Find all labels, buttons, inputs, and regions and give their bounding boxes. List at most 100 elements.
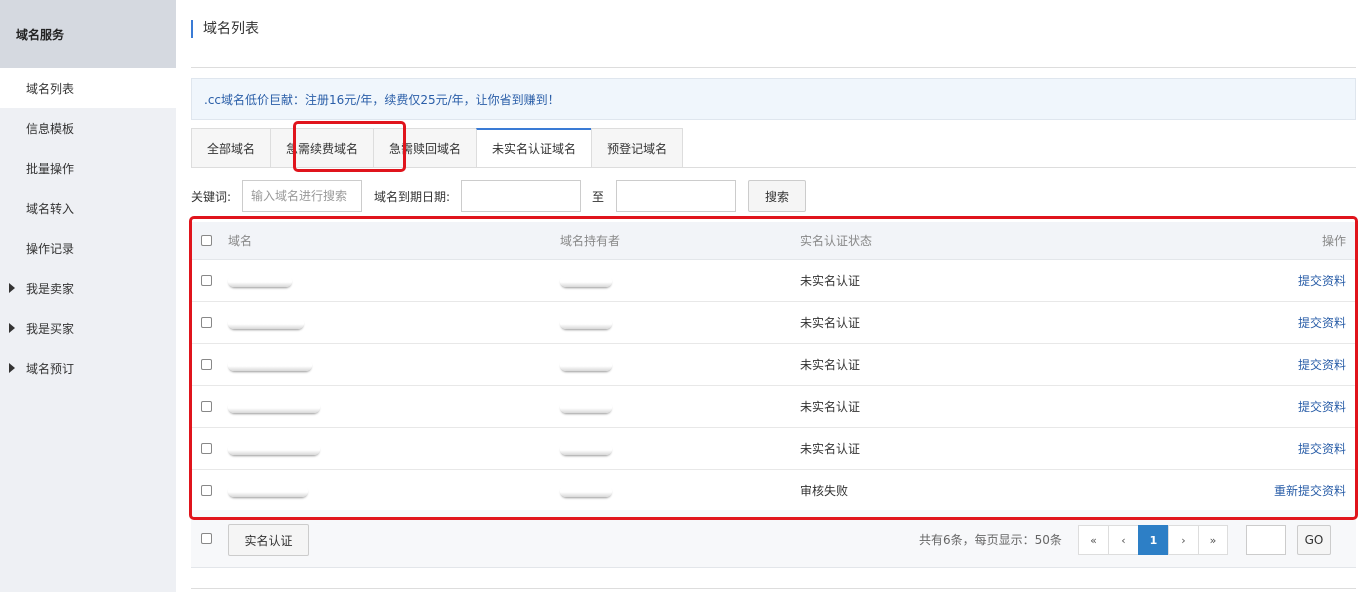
sidebar-item-info-template[interactable]: 信息模板 — [0, 108, 176, 148]
tab-label: 未实名认证域名 — [492, 142, 577, 156]
caret-right-icon — [9, 283, 15, 293]
divider — [191, 67, 1356, 68]
redacted-owner — [560, 274, 612, 287]
row-checkbox[interactable] — [201, 400, 212, 412]
sidebar-item-label: 我是卖家 — [26, 281, 75, 296]
main-content: 域名列表 .cc域名低价巨献：注册16元/年，续费仅25元/年，让你省到赚到！ … — [191, 0, 1356, 592]
verification-status: 未实名认证 — [800, 442, 861, 456]
submit-documents-link[interactable]: 提交资料 — [1298, 356, 1346, 373]
submit-documents-link[interactable]: 提交资料 — [1298, 440, 1346, 457]
sidebar-item-domain-transfer[interactable]: 域名转入 — [0, 188, 176, 228]
expiry-date-label: 域名到期日期: — [374, 190, 451, 204]
redacted-domain — [228, 400, 320, 413]
select-all-checkbox-footer[interactable] — [201, 533, 212, 544]
row-checkbox[interactable] — [201, 358, 212, 370]
redacted-domain — [228, 274, 292, 287]
go-button[interactable]: GO — [1297, 525, 1331, 555]
tab-label: 急需赎回域名 — [389, 141, 462, 156]
sidebar-item-batch-operation[interactable]: 批量操作 — [0, 148, 176, 188]
table-footer: 实名认证 共有6条，每页显示：50条 « ‹ 1 › » GO — [191, 510, 1356, 568]
column-header-domain: 域名 — [228, 234, 253, 248]
caret-right-icon — [9, 323, 15, 333]
tab-label: 预登记域名 — [607, 141, 668, 156]
tab-redemption-needed[interactable]: 急需赎回域名 — [373, 128, 477, 168]
sidebar-item-label: 域名预订 — [26, 361, 75, 376]
resubmit-documents-link[interactable]: 重新提交资料 — [1274, 482, 1346, 499]
redacted-domain — [228, 316, 304, 329]
submit-documents-link[interactable]: 提交资料 — [1298, 272, 1346, 289]
redacted-domain — [228, 442, 320, 455]
redacted-owner — [560, 442, 612, 455]
tab-all-domains[interactable]: 全部域名 — [191, 128, 271, 168]
verification-status: 未实名认证 — [800, 358, 861, 372]
prev-page-button[interactable]: ‹ — [1108, 525, 1138, 555]
table-header: 域名 域名持有者 实名认证状态 操作 — [191, 222, 1356, 260]
first-page-button[interactable]: « — [1078, 525, 1108, 555]
sidebar-title: 域名服务 — [0, 0, 176, 68]
sidebar-item-label: 域名转入 — [26, 201, 75, 216]
sidebar: 域名服务 域名列表 信息模板 批量操作 域名转入 操作记录 我是卖家 我是买家 … — [0, 0, 176, 592]
redacted-owner — [560, 358, 612, 371]
table-row: 未实名认证 提交资料 — [191, 344, 1356, 386]
keyword-input[interactable] — [242, 180, 362, 212]
row-checkbox[interactable] — [201, 484, 212, 496]
tab-preregistered-domains[interactable]: 预登记域名 — [591, 128, 684, 168]
verification-status: 未实名认证 — [800, 316, 861, 330]
divider — [191, 588, 1356, 592]
pagination-summary: 共有6条，每页显示：50条 — [919, 533, 1062, 547]
sidebar-item-label: 批量操作 — [26, 161, 75, 176]
table-row: 未实名认证 提交资料 — [191, 302, 1356, 344]
sidebar-item-label: 操作记录 — [26, 241, 75, 256]
redacted-owner — [560, 400, 612, 413]
next-page-button[interactable]: › — [1168, 525, 1198, 555]
promo-notice-text[interactable]: .cc域名低价巨献：注册16元/年，续费仅25元/年，让你省到赚到！ — [204, 91, 560, 108]
table-row: 未实名认证 提交资料 — [191, 428, 1356, 470]
column-header-action: 操作 — [1321, 234, 1346, 248]
sidebar-item-operation-log[interactable]: 操作记录 — [0, 228, 176, 268]
verification-status: 未实名认证 — [800, 400, 861, 414]
sidebar-item-label: 域名列表 — [26, 81, 75, 96]
submit-documents-link[interactable]: 提交资料 — [1298, 314, 1346, 331]
verification-status: 未实名认证 — [800, 274, 861, 288]
table-row: 未实名认证 提交资料 — [191, 386, 1356, 428]
row-checkbox[interactable] — [201, 316, 212, 328]
search-button[interactable]: 搜索 — [748, 180, 806, 212]
last-page-button[interactable]: » — [1198, 525, 1228, 555]
verification-status: 审核失败 — [800, 484, 849, 498]
divider — [191, 167, 1356, 168]
pagination: « ‹ 1 › » — [1078, 525, 1228, 555]
expiry-date-to-input[interactable] — [616, 180, 736, 212]
submit-documents-link[interactable]: 提交资料 — [1298, 398, 1346, 415]
tab-renewal-needed[interactable]: 急需续费域名 — [270, 128, 374, 168]
tab-label: 急需续费域名 — [286, 141, 359, 156]
date-range-separator: 至 — [592, 190, 605, 204]
promo-notice[interactable]: .cc域名低价巨献：注册16元/年，续费仅25元/年，让你省到赚到！ — [191, 78, 1356, 120]
tab-bar: 全部域名 急需续费域名 急需赎回域名 未实名认证域名 预登记域名 — [191, 128, 684, 168]
column-header-status: 实名认证状态 — [800, 234, 873, 248]
sidebar-item-seller[interactable]: 我是卖家 — [0, 268, 176, 308]
page-jump-input[interactable] — [1246, 525, 1286, 555]
sidebar-item-label: 我是买家 — [26, 321, 75, 336]
redacted-domain — [228, 484, 308, 497]
redacted-owner — [560, 484, 612, 497]
filter-bar: 关键词: 域名到期日期: 至 搜索 — [191, 180, 1356, 212]
sidebar-item-domain-reserve[interactable]: 域名预订 — [0, 348, 176, 388]
page-title: 域名列表 — [191, 20, 259, 38]
tab-label: 全部域名 — [207, 141, 256, 156]
sidebar-item-label: 信息模板 — [26, 121, 75, 136]
expiry-date-from-input[interactable] — [461, 180, 581, 212]
caret-right-icon — [9, 363, 15, 373]
domain-table: 域名 域名持有者 实名认证状态 操作 未实名认证 提交资料 未实名认证 提交资料… — [191, 222, 1356, 512]
sidebar-item-domain-list[interactable]: 域名列表 — [0, 68, 176, 108]
page-1-button[interactable]: 1 — [1138, 525, 1168, 555]
tab-unverified-domains[interactable]: 未实名认证域名 — [476, 128, 592, 168]
redacted-owner — [560, 316, 612, 329]
sidebar-item-buyer[interactable]: 我是买家 — [0, 308, 176, 348]
row-checkbox[interactable] — [201, 274, 212, 286]
column-header-owner: 域名持有者 — [560, 234, 621, 248]
verify-button[interactable]: 实名认证 — [228, 524, 309, 556]
redacted-domain — [228, 358, 312, 371]
select-all-checkbox[interactable] — [201, 234, 212, 246]
row-checkbox[interactable] — [201, 442, 212, 454]
table-row: 未实名认证 提交资料 — [191, 260, 1356, 302]
